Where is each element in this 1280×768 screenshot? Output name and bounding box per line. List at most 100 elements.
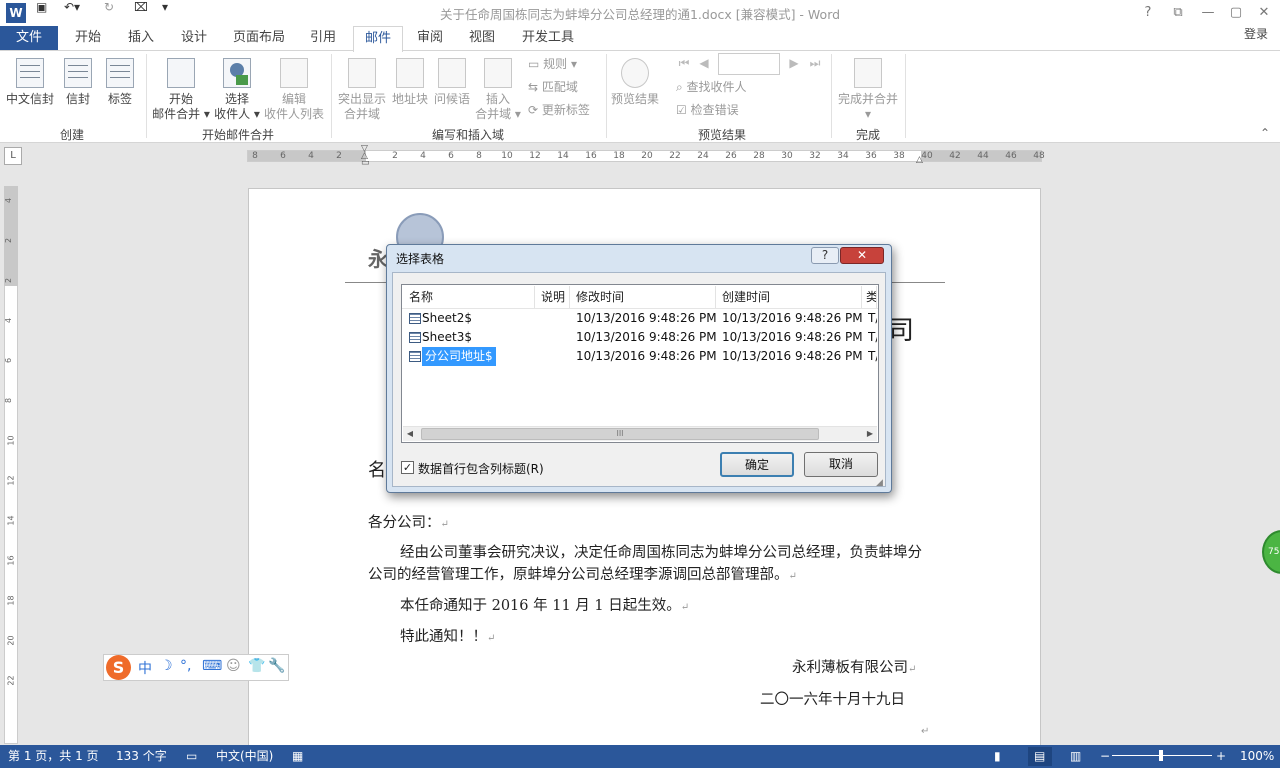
resize-grip-icon[interactable]: ◢ bbox=[876, 478, 883, 488]
vertical-ruler-number: 14 bbox=[6, 515, 16, 526]
select-recipients-line2: 收件人 ▾ bbox=[214, 107, 260, 121]
scrollbar-thumb[interactable]: III bbox=[421, 428, 819, 440]
tab-review[interactable]: 审阅 bbox=[408, 26, 452, 50]
update-labels-label: 更新标签 bbox=[541, 103, 590, 117]
chinese-envelope-button[interactable]: 中文信封 bbox=[4, 58, 56, 107]
tab-design[interactable]: 设计 bbox=[172, 26, 216, 50]
help-icon[interactable]: ? bbox=[1134, 2, 1162, 24]
chinese-mode-icon[interactable]: 中 bbox=[138, 658, 152, 678]
read-mode-icon[interactable]: ▮ bbox=[994, 749, 1001, 763]
ok-button[interactable]: 确定 bbox=[720, 452, 794, 477]
print-layout-icon[interactable]: ▤ bbox=[1034, 749, 1045, 763]
tab-layout[interactable]: 页面布局 bbox=[226, 26, 292, 50]
match-fields-button[interactable]: ⇆ 匹配域 bbox=[528, 79, 578, 95]
check-errors-button[interactable]: ☑ 检查错误 bbox=[676, 102, 739, 118]
ruler-number: 16 bbox=[585, 151, 597, 161]
ruler-number: 4 bbox=[308, 151, 314, 161]
tab-selector[interactable]: L bbox=[4, 147, 22, 165]
ruler-number: 28 bbox=[753, 151, 765, 161]
edit-recipient-list-button[interactable]: 编辑 收件人列表 bbox=[262, 58, 326, 122]
floating-badge[interactable]: 75 bbox=[1262, 530, 1280, 574]
labels-icon bbox=[106, 58, 134, 88]
highlight-line2: 合并域 bbox=[343, 107, 380, 121]
scroll-right-icon[interactable]: ▶ bbox=[864, 428, 876, 440]
punctuation-icon[interactable]: °, bbox=[180, 658, 191, 674]
macro-record-icon[interactable]: ▦ bbox=[292, 749, 303, 763]
header-row-checkbox-label[interactable]: 数据首行包含列标题(R) bbox=[418, 460, 544, 477]
tab-insert[interactable]: 插入 bbox=[118, 26, 164, 50]
edit-list-line1: 编辑 bbox=[281, 92, 306, 106]
table-row[interactable]: Sheet2$ 10/13/2016 9:48:26 PM 10/13/2016 9… bbox=[403, 309, 877, 328]
user-icon[interactable]: ☺ bbox=[226, 658, 241, 674]
sogou-logo-icon[interactable]: S bbox=[106, 655, 131, 680]
zoom-level[interactable]: 100% bbox=[1240, 749, 1274, 763]
select-recipients-button[interactable]: 选择 收件人 ▾ bbox=[212, 58, 262, 122]
last-record-icon[interactable]: ⏭ bbox=[807, 56, 823, 72]
column-header-name[interactable]: 名称 bbox=[403, 286, 535, 308]
find-recipient-icon: ⌕ bbox=[676, 80, 687, 94]
maximize-icon[interactable]: ▢ bbox=[1222, 2, 1250, 24]
web-layout-icon[interactable]: ▥ bbox=[1070, 749, 1081, 763]
rules-button[interactable]: ▭ 规则 ▾ bbox=[528, 56, 577, 72]
dialog-close-button[interactable]: ✕ bbox=[840, 247, 884, 264]
ribbon-display-icon[interactable]: ⧉ bbox=[1164, 2, 1192, 24]
tab-view[interactable]: 视图 bbox=[460, 26, 504, 50]
right-indent-marker[interactable]: △ bbox=[916, 155, 923, 165]
insert-field-icon bbox=[484, 58, 512, 88]
first-record-icon[interactable]: ⏮ bbox=[676, 56, 692, 72]
address-block-button[interactable]: 地址块 bbox=[390, 58, 430, 107]
column-header-modified[interactable]: 修改时间 bbox=[570, 286, 716, 308]
record-number-input[interactable] bbox=[718, 53, 780, 75]
envelope-button[interactable]: 信封 bbox=[60, 58, 96, 107]
find-recipient-button[interactable]: ⌕ 查找收件人 bbox=[676, 79, 747, 95]
rules-label: 规则 ▾ bbox=[543, 57, 577, 71]
indent-marker[interactable]: ▽ △ ▭ bbox=[361, 145, 371, 168]
vertical-ruler-number: 2 bbox=[4, 277, 14, 284]
keyboard-icon[interactable]: ⌨ bbox=[202, 658, 222, 674]
finish-merge-button[interactable]: 完成并合并 ▾ bbox=[836, 58, 900, 122]
collapse-ribbon-icon[interactable]: ⌃ bbox=[1260, 126, 1270, 140]
preview-results-button[interactable]: 预览结果 bbox=[610, 58, 660, 107]
ribbon-separator bbox=[831, 54, 832, 138]
header-row-checkbox[interactable]: ✓ bbox=[401, 461, 414, 474]
column-header-type[interactable]: 类 bbox=[862, 286, 877, 308]
login-link[interactable]: 登录 bbox=[1244, 26, 1268, 42]
row-created: 10/13/2016 9:48:26 PM bbox=[722, 330, 863, 344]
column-header-created[interactable]: 创建时间 bbox=[716, 286, 862, 308]
rules-icon: ▭ bbox=[528, 57, 544, 71]
labels-button[interactable]: 标签 bbox=[102, 58, 138, 107]
cancel-button[interactable]: 取消 bbox=[804, 452, 878, 477]
wrench-icon[interactable]: 🔧 bbox=[268, 658, 285, 674]
zoom-in-button[interactable]: + bbox=[1216, 749, 1226, 763]
scroll-left-icon[interactable]: ◀ bbox=[404, 428, 416, 440]
insert-merge-field-button[interactable]: 插入 合并域 ▾ bbox=[474, 58, 522, 122]
zoom-slider-thumb[interactable] bbox=[1159, 750, 1163, 761]
highlight-merge-fields-button[interactable]: 突出显示 合并域 bbox=[336, 58, 388, 122]
previous-record-icon[interactable]: ◀ bbox=[696, 56, 712, 72]
greeting-line-button[interactable]: 问候语 bbox=[432, 58, 472, 107]
proofing-icon[interactable]: ▭ bbox=[186, 749, 197, 763]
table-row[interactable]: Sheet3$ 10/13/2016 9:48:26 PM 10/13/2016 9… bbox=[403, 328, 877, 347]
row-created: 10/13/2016 9:48:26 PM bbox=[722, 349, 863, 363]
word-count[interactable]: 133 个字 bbox=[116, 749, 167, 763]
page-count[interactable]: 第 1 页，共 1 页 bbox=[8, 749, 99, 763]
tab-mailings[interactable]: 邮件 bbox=[353, 26, 403, 52]
update-labels-button[interactable]: ⟳ 更新标签 bbox=[528, 102, 590, 118]
moon-icon[interactable]: ☽ bbox=[160, 658, 173, 674]
check-errors-label: 检查错误 bbox=[690, 103, 739, 117]
skin-shirt-icon[interactable]: 👕 bbox=[248, 658, 265, 674]
minimize-icon[interactable]: — bbox=[1194, 2, 1222, 24]
dialog-help-button[interactable]: ? bbox=[811, 247, 839, 264]
tab-developer[interactable]: 开发工具 bbox=[512, 26, 584, 50]
language-indicator[interactable]: 中文(中国) bbox=[216, 749, 273, 763]
tab-home[interactable]: 开始 bbox=[66, 26, 110, 50]
row-type: T/ bbox=[868, 349, 877, 363]
start-mail-merge-button[interactable]: 开始 邮件合并 ▾ bbox=[150, 58, 212, 122]
tab-file[interactable]: 文件 bbox=[0, 26, 58, 50]
close-icon[interactable]: ✕ bbox=[1250, 2, 1278, 24]
table-row[interactable]: 分公司地址$ 10/13/2016 9:48:26 PM 10/13/2016 9:… bbox=[403, 347, 877, 366]
zoom-out-button[interactable]: − bbox=[1100, 749, 1110, 763]
next-record-icon[interactable]: ▶ bbox=[786, 56, 802, 72]
tab-references[interactable]: 引用 bbox=[300, 26, 346, 50]
column-header-description[interactable]: 说明 bbox=[535, 286, 570, 308]
